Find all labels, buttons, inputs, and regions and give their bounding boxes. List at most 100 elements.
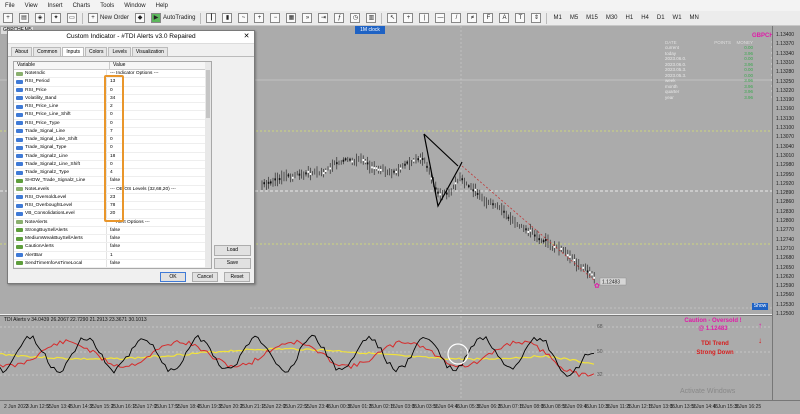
input-name: RSI_Price_Type — [25, 120, 60, 126]
trendline-button[interactable]: / — [449, 13, 463, 24]
cancel-button[interactable]: Cancel — [192, 272, 218, 282]
timeframe-d1[interactable]: D1 — [654, 13, 668, 24]
timeframe-m30[interactable]: M30 — [603, 13, 621, 24]
arrows-button[interactable]: ⇕ — [529, 13, 543, 24]
periods-button[interactable]: ◷ — [348, 13, 362, 24]
input-name-cell: Trade_Signal2_Line — [14, 152, 107, 160]
tab-common[interactable]: Common — [33, 47, 62, 56]
ind-level-50: 50 — [597, 349, 603, 355]
timeframe-w1[interactable]: W1 — [670, 13, 685, 24]
new-chart-button[interactable]: + — [1, 13, 15, 24]
menu-file[interactable]: File — [0, 3, 20, 9]
price-candle — [468, 185, 470, 188]
input-row[interactable]: CautionAlerts false — [14, 243, 206, 252]
price-candle — [309, 173, 312, 176]
input-value[interactable]: false — [107, 260, 198, 267]
tab-visualization[interactable]: Visualization — [131, 47, 168, 56]
price-label: 1.13280 — [776, 69, 795, 76]
bar-chart-button[interactable]: ┃ — [204, 13, 218, 24]
menu-window[interactable]: Window — [119, 3, 150, 9]
tab-colors[interactable]: Colors — [85, 47, 108, 56]
templates-button[interactable]: ▥ — [364, 13, 378, 24]
horizontal-line-icon: — — [435, 13, 446, 23]
menu-charts[interactable]: Charts — [68, 3, 96, 9]
timeframe-h1[interactable]: H1 — [623, 13, 637, 24]
time-axis[interactable]: 2 Jun 2023 2 Jun 12:55 2 Jun 13:45 2 Jun 14… — [0, 400, 800, 414]
horizontal-line-button[interactable]: — — [433, 13, 447, 24]
price-candle — [507, 216, 510, 219]
price-candle — [395, 170, 397, 173]
new-order-icon: + — [88, 13, 98, 23]
price-label: 1.13340 — [776, 50, 795, 57]
input-value[interactable]: false — [107, 235, 198, 242]
input-row[interactable]: MediumWeakBuySellAlerts false — [14, 235, 206, 244]
ok-button[interactable]: OK — [160, 272, 186, 282]
input-row[interactable]: AlertOn true — [14, 268, 206, 269]
input-value[interactable]: 1 — [107, 252, 198, 259]
market-watch-button[interactable]: ◈ — [33, 13, 47, 24]
input-row[interactable]: AlertBar 1 — [14, 251, 206, 260]
price-candle — [298, 173, 301, 176]
close-icon[interactable]: ✕ — [242, 32, 251, 41]
timeframe-m15[interactable]: M15 — [583, 13, 601, 24]
boolean-type-icon — [16, 261, 23, 266]
label-button[interactable]: T — [513, 13, 527, 24]
input-value[interactable]: true — [107, 268, 198, 269]
timeframe-mn[interactable]: MN — [687, 13, 702, 24]
menu-insert[interactable]: Insert — [43, 3, 68, 9]
tab-levels[interactable]: Levels — [108, 47, 131, 56]
tdi-indicator-pane[interactable]: 68 50 32 — [0, 315, 772, 401]
new-order-button[interactable]: + New Order — [86, 13, 131, 24]
candle-chart-icon: ▮ — [222, 13, 233, 23]
scroll-thumb[interactable] — [206, 70, 210, 118]
timeframe-m5[interactable]: M5 — [567, 13, 581, 24]
tab-about[interactable]: About — [11, 47, 33, 56]
stats-money: 3.96 — [744, 89, 753, 95]
price-candle — [342, 159, 345, 162]
show-button[interactable]: Show — [752, 303, 768, 310]
tile-button[interactable]: ▦ — [284, 13, 298, 24]
price-scale[interactable]: 1.13400 1.13370 1.13340 1.13310 1.13280 1.132… — [772, 26, 800, 400]
line-chart-button[interactable]: ~ — [236, 13, 250, 24]
arrows-icon: ⇕ — [531, 13, 542, 23]
price-candle — [305, 172, 307, 175]
reset-button[interactable]: Reset — [224, 272, 250, 282]
menu-view[interactable]: View — [20, 3, 43, 9]
vertical-line-button[interactable]: | — [417, 13, 431, 24]
stats-money: 0.00 — [744, 56, 753, 62]
string-type-icon — [16, 71, 23, 76]
stats-label: week — [665, 78, 676, 84]
menu-tools[interactable]: Tools — [95, 3, 119, 9]
input-row[interactable]: SendTimeInfoAsTimeLocal false — [14, 259, 206, 268]
load-button[interactable]: Load — [214, 245, 251, 256]
price-label: 1.12680 — [776, 255, 795, 262]
input-value[interactable]: false — [107, 243, 198, 250]
text-button[interactable]: A — [497, 13, 511, 24]
grid-scrollbar[interactable] — [205, 61, 212, 269]
stats-money: 0.00 — [744, 72, 753, 78]
cursor-button[interactable]: ↖ — [385, 13, 399, 24]
autotrading-button[interactable]: ▶ AutoTrading — [149, 13, 197, 24]
save-button[interactable]: Save — [214, 258, 251, 269]
input-name-cell: Trade_Signal_Line — [14, 127, 107, 135]
chart-shift-button[interactable]: ⇥ — [316, 13, 330, 24]
zoom-out-button[interactable]: − — [268, 13, 282, 24]
menu-help[interactable]: Help — [151, 3, 173, 9]
fibo-button[interactable]: F — [481, 13, 495, 24]
crosshair-button[interactable]: + — [401, 13, 415, 24]
candle-chart-button[interactable]: ▮ — [220, 13, 234, 24]
tab-inputs[interactable]: Inputs — [62, 47, 84, 56]
input-row[interactable]: StrongBuySellAlerts false — [14, 226, 206, 235]
navigator-button[interactable]: ✦ — [49, 13, 63, 24]
indicators-button[interactable]: ƒ — [332, 13, 346, 24]
profiles-button[interactable]: ▤ — [17, 13, 31, 24]
autoscroll-button[interactable]: » — [300, 13, 314, 24]
price-candle — [399, 167, 402, 170]
terminal-button[interactable]: ▭ — [65, 13, 79, 24]
input-value[interactable]: false — [107, 227, 198, 234]
metaeditor-button[interactable]: ◆ — [133, 13, 147, 24]
timeframe-m1[interactable]: M1 — [550, 13, 564, 24]
zoom-in-button[interactable]: + — [252, 13, 266, 24]
timeframe-h4[interactable]: H4 — [638, 13, 652, 24]
channel-button[interactable]: ≠ — [465, 13, 479, 24]
